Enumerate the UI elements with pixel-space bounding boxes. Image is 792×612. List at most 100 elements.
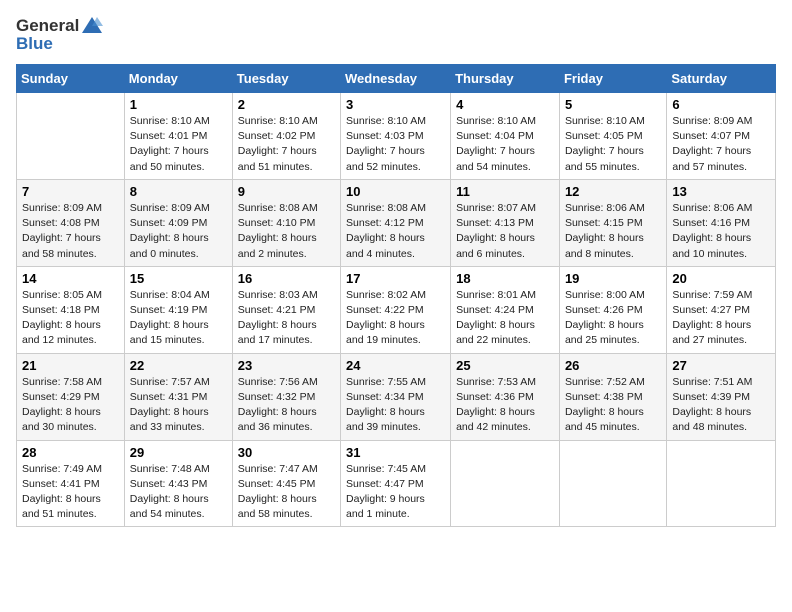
header-friday: Friday [559, 65, 666, 93]
calendar-cell: 13 Sunrise: 8:06 AMSunset: 4:16 PMDayligh… [667, 179, 776, 266]
day-info: Sunrise: 7:58 AMSunset: 4:29 PMDaylight:… [22, 375, 119, 436]
day-number: 31 [346, 445, 445, 460]
day-info: Sunrise: 8:05 AMSunset: 4:18 PMDaylight:… [22, 288, 119, 349]
day-number: 23 [238, 358, 335, 373]
week-row-5: 28Sunrise: 7:49 AMSunset: 4:41 PMDayligh… [17, 440, 776, 527]
calendar-cell: 5 Sunrise: 8:10 AMSunset: 4:05 PMDaylight… [559, 93, 666, 180]
calendar-header-row: SundayMondayTuesdayWednesdayThursdayFrid… [17, 65, 776, 93]
day-number: 25 [456, 358, 554, 373]
day-number: 15 [130, 271, 227, 286]
calendar-cell: 2 Sunrise: 8:10 AMSunset: 4:02 PMDaylight… [232, 93, 340, 180]
day-info: Sunrise: 7:55 AMSunset: 4:34 PMDaylight:… [346, 375, 445, 436]
calendar-cell: 14 Sunrise: 8:05 AMSunset: 4:18 PMDayligh… [17, 266, 125, 353]
calendar-cell: 20 Sunrise: 7:59 AMSunset: 4:27 PMDayligh… [667, 266, 776, 353]
calendar-cell: 11 Sunrise: 8:07 AMSunset: 4:13 PMDayligh… [451, 179, 560, 266]
calendar-cell: 27 Sunrise: 7:51 AMSunset: 4:39 PMDayligh… [667, 353, 776, 440]
calendar-cell: 16 Sunrise: 8:03 AMSunset: 4:21 PMDayligh… [232, 266, 340, 353]
calendar-cell: 26 Sunrise: 7:52 AMSunset: 4:38 PMDayligh… [559, 353, 666, 440]
calendar-cell: 31 Sunrise: 7:45 AMSunset: 4:47 PMDayligh… [341, 440, 451, 527]
calendar-cell: 6 Sunrise: 8:09 AMSunset: 4:07 PMDaylight… [667, 93, 776, 180]
logo-blue-text: Blue [16, 34, 53, 54]
day-number: 16 [238, 271, 335, 286]
day-number: 3 [346, 97, 445, 112]
day-info: Sunrise: 8:01 AMSunset: 4:24 PMDaylight:… [456, 288, 554, 349]
week-row-1: 1 Sunrise: 8:10 AMSunset: 4:01 PMDaylight… [17, 93, 776, 180]
page-header: General Blue [16, 16, 776, 54]
calendar-cell: 19 Sunrise: 8:00 AMSunset: 4:26 PMDayligh… [559, 266, 666, 353]
day-number: 11 [456, 184, 554, 199]
logo: General Blue [16, 16, 103, 54]
day-info: Sunrise: 8:06 AMSunset: 4:16 PMDaylight:… [672, 201, 770, 262]
calendar-cell: 4 Sunrise: 8:10 AMSunset: 4:04 PMDaylight… [451, 93, 560, 180]
day-number: 27 [672, 358, 770, 373]
day-number: 26 [565, 358, 661, 373]
day-info: Sunrise: 8:08 AMSunset: 4:12 PMDaylight:… [346, 201, 445, 262]
calendar-cell [559, 440, 666, 527]
calendar-cell: 28Sunrise: 7:49 AMSunset: 4:41 PMDayligh… [17, 440, 125, 527]
day-number: 19 [565, 271, 661, 286]
day-number: 7 [22, 184, 119, 199]
day-info: Sunrise: 8:10 AMSunset: 4:03 PMDaylight:… [346, 114, 445, 175]
day-number: 12 [565, 184, 661, 199]
day-number: 22 [130, 358, 227, 373]
calendar-cell [451, 440, 560, 527]
week-row-3: 14 Sunrise: 8:05 AMSunset: 4:18 PMDayligh… [17, 266, 776, 353]
calendar-cell: 15 Sunrise: 8:04 AMSunset: 4:19 PMDayligh… [124, 266, 232, 353]
day-number: 2 [238, 97, 335, 112]
logo-icon [81, 16, 103, 34]
calendar-cell: 24 Sunrise: 7:55 AMSunset: 4:34 PMDayligh… [341, 353, 451, 440]
day-info: Sunrise: 8:03 AMSunset: 4:21 PMDaylight:… [238, 288, 335, 349]
day-number: 13 [672, 184, 770, 199]
day-info: Sunrise: 8:10 AMSunset: 4:02 PMDaylight:… [238, 114, 335, 175]
day-info: Sunrise: 8:07 AMSunset: 4:13 PMDaylight:… [456, 201, 554, 262]
day-number: 1 [130, 97, 227, 112]
day-info: Sunrise: 7:48 AMSunset: 4:43 PMDaylight:… [130, 462, 227, 523]
logo-general-text: General [16, 16, 79, 36]
calendar-cell [667, 440, 776, 527]
header-saturday: Saturday [667, 65, 776, 93]
calendar-cell: 12Sunrise: 8:06 AMSunset: 4:15 PMDayligh… [559, 179, 666, 266]
day-info: Sunrise: 8:04 AMSunset: 4:19 PMDaylight:… [130, 288, 227, 349]
day-number: 4 [456, 97, 554, 112]
day-info: Sunrise: 8:09 AMSunset: 4:09 PMDaylight:… [130, 201, 227, 262]
day-info: Sunrise: 7:53 AMSunset: 4:36 PMDaylight:… [456, 375, 554, 436]
day-info: Sunrise: 8:02 AMSunset: 4:22 PMDaylight:… [346, 288, 445, 349]
day-info: Sunrise: 7:49 AMSunset: 4:41 PMDaylight:… [22, 462, 119, 523]
day-number: 24 [346, 358, 445, 373]
day-number: 10 [346, 184, 445, 199]
day-number: 20 [672, 271, 770, 286]
day-number: 9 [238, 184, 335, 199]
calendar-cell: 8 Sunrise: 8:09 AMSunset: 4:09 PMDaylight… [124, 179, 232, 266]
day-number: 8 [130, 184, 227, 199]
day-number: 30 [238, 445, 335, 460]
header-thursday: Thursday [451, 65, 560, 93]
day-info: Sunrise: 8:08 AMSunset: 4:10 PMDaylight:… [238, 201, 335, 262]
day-info: Sunrise: 7:45 AMSunset: 4:47 PMDaylight:… [346, 462, 445, 523]
day-info: Sunrise: 7:47 AMSunset: 4:45 PMDaylight:… [238, 462, 335, 523]
day-info: Sunrise: 7:57 AMSunset: 4:31 PMDaylight:… [130, 375, 227, 436]
day-info: Sunrise: 8:09 AMSunset: 4:07 PMDaylight:… [672, 114, 770, 175]
calendar-cell: 17Sunrise: 8:02 AMSunset: 4:22 PMDayligh… [341, 266, 451, 353]
day-number: 5 [565, 97, 661, 112]
day-number: 6 [672, 97, 770, 112]
calendar-cell: 29Sunrise: 7:48 AMSunset: 4:43 PMDayligh… [124, 440, 232, 527]
day-info: Sunrise: 8:10 AMSunset: 4:01 PMDaylight:… [130, 114, 227, 175]
day-number: 14 [22, 271, 119, 286]
header-wednesday: Wednesday [341, 65, 451, 93]
day-info: Sunrise: 8:10 AMSunset: 4:05 PMDaylight:… [565, 114, 661, 175]
day-info: Sunrise: 7:52 AMSunset: 4:38 PMDaylight:… [565, 375, 661, 436]
week-row-2: 7Sunrise: 8:09 AMSunset: 4:08 PMDaylight… [17, 179, 776, 266]
day-number: 18 [456, 271, 554, 286]
week-row-4: 21Sunrise: 7:58 AMSunset: 4:29 PMDayligh… [17, 353, 776, 440]
calendar-cell: 30 Sunrise: 7:47 AMSunset: 4:45 PMDayligh… [232, 440, 340, 527]
day-info: Sunrise: 8:00 AMSunset: 4:26 PMDaylight:… [565, 288, 661, 349]
day-info: Sunrise: 7:59 AMSunset: 4:27 PMDaylight:… [672, 288, 770, 349]
calendar-cell: 3 Sunrise: 8:10 AMSunset: 4:03 PMDaylight… [341, 93, 451, 180]
calendar-cell: 1 Sunrise: 8:10 AMSunset: 4:01 PMDaylight… [124, 93, 232, 180]
day-info: Sunrise: 7:51 AMSunset: 4:39 PMDaylight:… [672, 375, 770, 436]
calendar-table: SundayMondayTuesdayWednesdayThursdayFrid… [16, 64, 776, 527]
header-monday: Monday [124, 65, 232, 93]
calendar-cell: 7Sunrise: 8:09 AMSunset: 4:08 PMDaylight… [17, 179, 125, 266]
day-info: Sunrise: 8:10 AMSunset: 4:04 PMDaylight:… [456, 114, 554, 175]
calendar-cell: 21Sunrise: 7:58 AMSunset: 4:29 PMDayligh… [17, 353, 125, 440]
